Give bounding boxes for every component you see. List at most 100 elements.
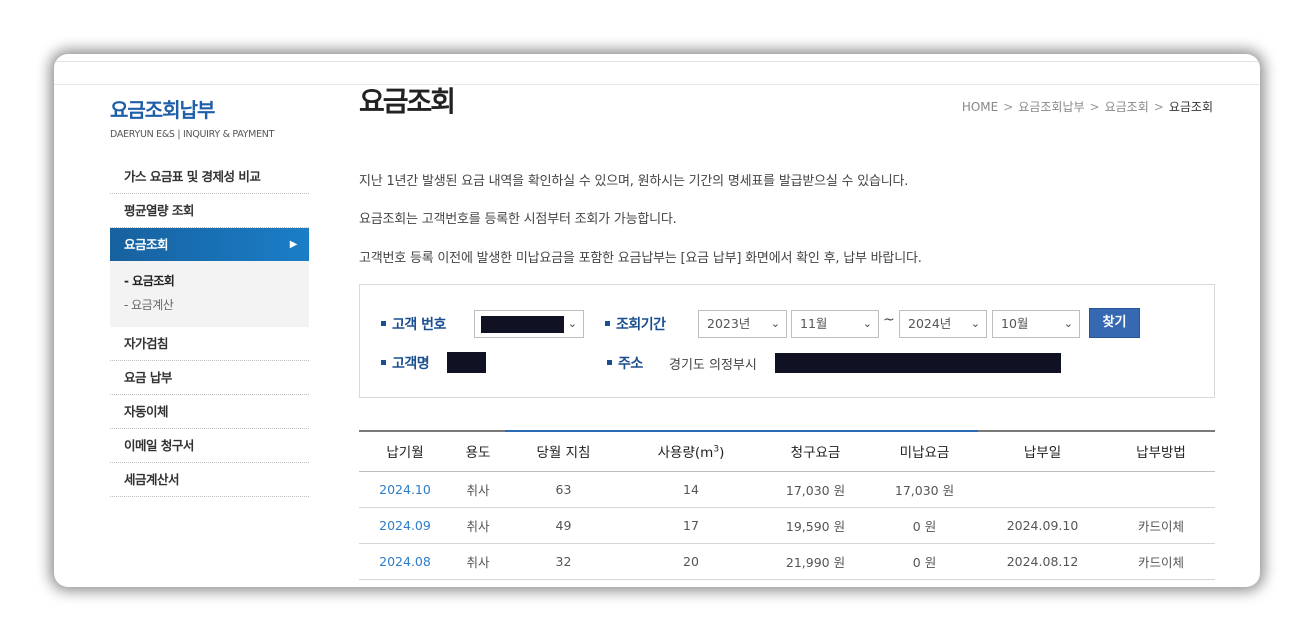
table-row: 2024.09 취사 49 17 19,590 원 0 원 2024.09.10… — [359, 507, 1215, 544]
col-header-usage: 사용량(m3) — [622, 430, 760, 472]
sidebar-item-email-bill[interactable]: 이메일 청구서 — [110, 429, 309, 462]
col-header: 미납요금 — [871, 430, 978, 472]
chevron-down-icon: ⌄ — [862, 317, 872, 330]
table-cell: 17,030 원 — [760, 471, 871, 508]
select-value: 11월 — [800, 316, 828, 331]
usage-header-close: ) — [719, 445, 725, 462]
subnav-item-bill-inquiry[interactable]: - 요금조회 — [124, 269, 309, 293]
table-cell: 17 — [622, 507, 760, 544]
select-value: 10월 — [1001, 316, 1029, 331]
sidebar-item-self-reading[interactable]: 자가검침 — [110, 327, 309, 360]
breadcrumb-separator: > — [1089, 100, 1100, 114]
table-cell: 카드이체 — [1107, 507, 1215, 544]
col-header: 납부일 — [978, 430, 1107, 472]
sidebar-item-bill-inquiry[interactable]: 요금조회 ▶ — [110, 228, 309, 261]
table-cell: 0 원 — [871, 543, 978, 580]
table-cell — [1107, 471, 1215, 508]
sidebar-subnav: - 요금조회 - 요금계산 — [110, 261, 309, 327]
table-cell: 카드이체 — [1107, 543, 1215, 580]
chevron-down-icon: ⌄ — [770, 317, 780, 330]
description-line: 요금조회는 고객번호를 등록한 시점부터 조회가 가능합니다. — [359, 212, 677, 227]
table-cell: 17,030 원 — [871, 471, 978, 508]
breadcrumb-separator: > — [1003, 100, 1014, 114]
table-cell: 2024.08.12 — [978, 543, 1107, 580]
start-year-select[interactable]: 2023년 ⌄ — [698, 310, 787, 338]
breadcrumb: HOME > 요금조회납부 > 요금조회 > 요금조회 — [961, 98, 1214, 115]
page-title: 요금조회 — [359, 85, 456, 118]
col-header: 당월 지침 — [505, 430, 622, 472]
end-month-select[interactable]: 10월 ⌄ — [992, 310, 1080, 338]
bill-month-link[interactable]: 2024.08 — [359, 543, 451, 580]
usage-header-text: 사용량(m — [657, 445, 714, 462]
col-header: 납기월 — [359, 430, 451, 472]
customer-no-label: 고객 번호 — [381, 314, 446, 334]
redacted-block — [481, 316, 564, 333]
sidebar-subtitle: DAERYUN E&S | INQUIRY & PAYMENT — [110, 129, 275, 140]
header-divider — [54, 84, 1260, 85]
sidebar-nav: 가스 요금표 및 경제성 비교 평균열량 조회 요금조회 ▶ - 요금조회 - … — [110, 160, 309, 497]
breadcrumb-separator: > — [1153, 100, 1164, 114]
chevron-down-icon: ⌄ — [1063, 317, 1073, 330]
col-header: 청구요금 — [760, 430, 871, 472]
customer-name-label: 고객명 — [381, 353, 430, 373]
range-tilde: ~ — [883, 312, 895, 328]
table-row: 2024.10 취사 63 14 17,030 원 17,030 원 — [359, 471, 1215, 508]
bullet-icon — [605, 320, 610, 326]
sidebar-item-payment[interactable]: 요금 납부 — [110, 361, 309, 394]
table-cell: 2024.09.10 — [978, 507, 1107, 544]
sidebar-item-rate-table[interactable]: 가스 요금표 및 경제성 비교 — [110, 160, 309, 193]
chevron-down-icon: ⌄ — [567, 317, 577, 330]
bullet-icon — [607, 359, 612, 365]
top-divider — [54, 61, 1260, 62]
breadcrumb-current: 요금조회 — [1168, 100, 1213, 114]
table-cell: 0 원 — [871, 507, 978, 544]
sidebar-item-tax-invoice[interactable]: 세금계산서 — [110, 463, 309, 496]
breadcrumb-home[interactable]: HOME — [962, 100, 998, 114]
start-month-select[interactable]: 11월 ⌄ — [791, 310, 879, 338]
table-cell: 20 — [622, 543, 760, 580]
breadcrumb-item[interactable]: 요금조회 — [1105, 100, 1149, 114]
select-value: 2023년 — [707, 316, 751, 331]
search-panel: 고객 번호 ⌄ 조회기간 2023년 ⌄ 11월 ⌄ ~ 2024년 ⌄ 10월… — [359, 284, 1215, 398]
sidebar: 요금조회납부 DAERYUN E&S | INQUIRY & PAYMENT 가… — [110, 94, 309, 497]
bill-table: 납기월 용도 당월 지침 사용량(m3) 청구요금 미납요금 납부일 납부방법 … — [359, 430, 1215, 580]
table-cell: 취사 — [451, 471, 505, 508]
description-line: 고객번호 등록 이전에 발생한 미납요금을 포함한 요금납부는 [요금 납부] … — [359, 251, 922, 266]
address-label: 주소 — [607, 353, 643, 373]
col-header: 용도 — [451, 430, 505, 472]
table-cell: 취사 — [451, 507, 505, 544]
address-value: 경기도 의정부시 — [669, 358, 757, 373]
sidebar-item-calorie[interactable]: 평균열량 조회 — [110, 194, 309, 227]
period-label: 조회기간 — [605, 314, 666, 334]
label-text: 조회기간 — [616, 317, 666, 333]
bullet-icon — [381, 320, 386, 326]
table-cell: 32 — [505, 543, 622, 580]
table-row: 2024.08 취사 32 20 21,990 원 0 원 2024.08.12… — [359, 543, 1215, 580]
table-header-row: 납기월 용도 당월 지침 사용량(m3) 청구요금 미납요금 납부일 납부방법 — [359, 430, 1215, 472]
chevron-down-icon: ⌄ — [970, 317, 980, 330]
sidebar-item-label: 요금조회 — [124, 237, 169, 252]
app-window: 요금조회납부 DAERYUN E&S | INQUIRY & PAYMENT 가… — [54, 54, 1260, 587]
bill-month-link[interactable]: 2024.10 — [359, 471, 451, 508]
table-cell: 63 — [505, 471, 622, 508]
table-cell: 14 — [622, 471, 760, 508]
select-value: 2024년 — [908, 316, 952, 331]
table-cell: 19,590 원 — [760, 507, 871, 544]
customer-no-select[interactable]: ⌄ — [474, 310, 584, 338]
subnav-item-bill-calc[interactable]: - 요금계산 — [124, 293, 309, 317]
chevron-right-icon: ▶ — [289, 239, 298, 250]
redacted-customer-name — [447, 352, 486, 373]
redacted-address — [775, 353, 1061, 373]
label-text: 주소 — [618, 356, 643, 372]
search-button[interactable]: 찾기 — [1089, 308, 1140, 338]
table-cell — [978, 471, 1107, 508]
breadcrumb-item[interactable]: 요금조회납부 — [1018, 100, 1084, 114]
label-text: 고객 번호 — [392, 317, 446, 333]
bullet-icon — [381, 359, 386, 365]
bill-month-link[interactable]: 2024.09 — [359, 507, 451, 544]
sidebar-item-auto-transfer[interactable]: 자동이체 — [110, 395, 309, 428]
label-text: 고객명 — [392, 356, 430, 372]
description-line: 지난 1년간 발생된 요금 내역을 확인하실 수 있으며, 원하시는 기간의 명… — [359, 174, 909, 189]
end-year-select[interactable]: 2024년 ⌄ — [899, 310, 987, 338]
table-cell: 21,990 원 — [760, 543, 871, 580]
